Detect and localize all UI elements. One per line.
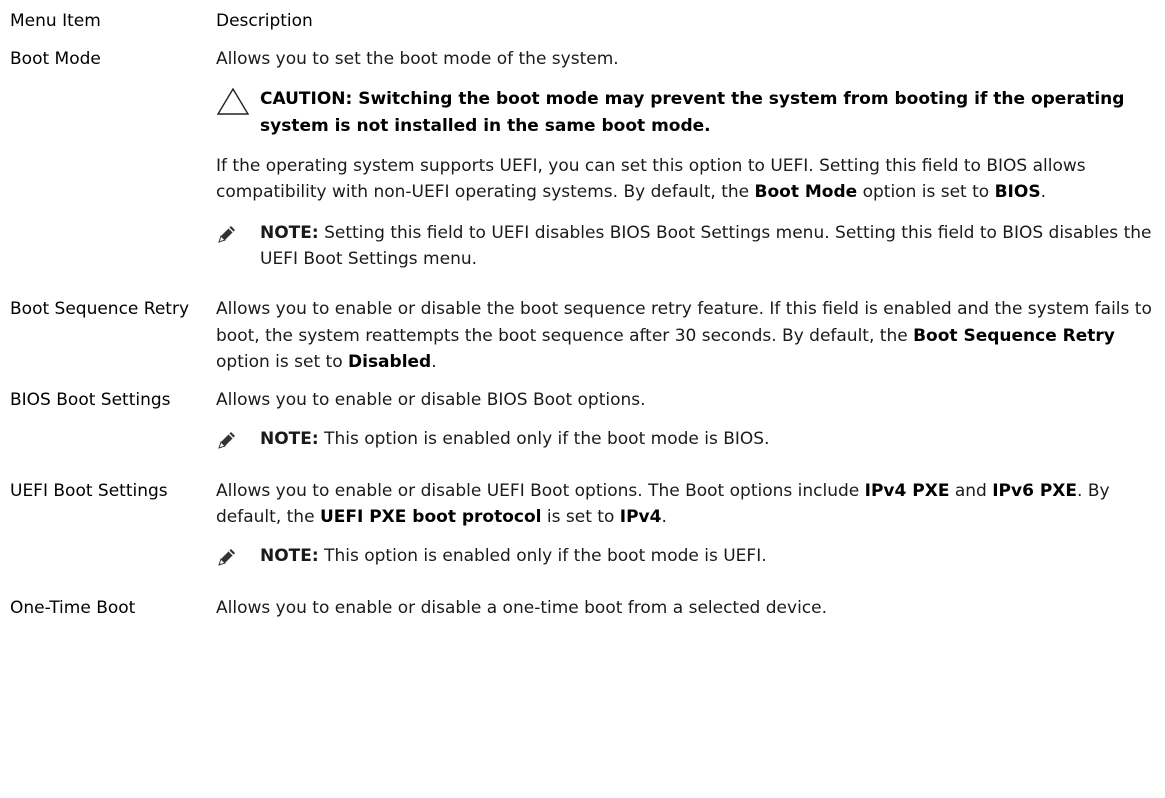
pencil-note-icon — [216, 429, 238, 459]
pencil-note-icon — [216, 223, 238, 253]
caution-triangle-icon — [216, 86, 250, 124]
row-intro: Allows you to enable or disable a one-ti… — [216, 598, 827, 619]
row-intro: Allows you to set the boot mode of the s… — [216, 49, 619, 69]
row-boot-mode: Boot Mode Allows you to set the boot mod… — [10, 46, 1160, 272]
row-item-label: Boot Mode — [10, 49, 101, 69]
note-callout: NOTE: Setting this field to UEFI disable… — [216, 220, 1156, 273]
note-text: NOTE: Setting this field to UEFI disable… — [260, 222, 1152, 270]
row-bios-boot-settings: BIOS Boot Settings Allows you to enable … — [10, 387, 1160, 452]
row-intro: Allows you to enable or disable BIOS Boo… — [216, 390, 646, 411]
pencil-note-icon — [216, 546, 238, 576]
row-body: Allows you to enable or disable UEFI Boo… — [216, 481, 1110, 528]
row-body: If the operating system supports UEFI, y… — [216, 156, 1086, 203]
row-item-label: BIOS Boot Settings — [10, 390, 171, 411]
document-table: Menu Item Description Boot Mode Allows y… — [10, 0, 1160, 622]
caution-callout: CAUTION: Switching the boot mode may pre… — [216, 86, 1156, 139]
note-callout: NOTE: This option is enabled only if the… — [216, 426, 1156, 452]
note-text: NOTE: This option is enabled only if the… — [260, 545, 767, 566]
row-uefi-boot-settings: UEFI Boot Settings Allows you to enable … — [10, 478, 1160, 569]
row-item-label: UEFI Boot Settings — [10, 481, 168, 502]
row-body: Allows you to enable or disable the boot… — [216, 299, 1152, 373]
header-menu-item: Menu Item — [10, 11, 101, 31]
header-description: Description — [216, 11, 313, 31]
row-item-label: One-Time Boot — [10, 598, 136, 619]
row-one-time-boot: One-Time Boot Allows you to enable or di… — [10, 595, 1160, 621]
row-boot-sequence-retry: Boot Sequence Retry Allows you to enable… — [10, 296, 1160, 375]
table-header: Menu Item Description — [10, 0, 1160, 46]
row-item-label: Boot Sequence Retry — [10, 299, 190, 320]
caution-text: CAUTION: Switching the boot mode may pre… — [260, 89, 1125, 136]
note-callout: NOTE: This option is enabled only if the… — [216, 543, 1156, 569]
note-text: NOTE: This option is enabled only if the… — [260, 428, 770, 449]
